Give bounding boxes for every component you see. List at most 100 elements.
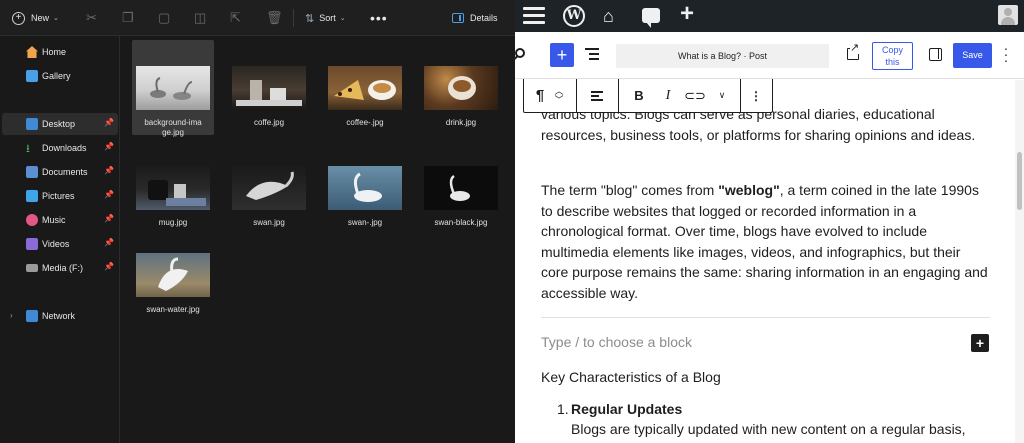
file-tile[interactable]: swan.jpg <box>228 140 310 235</box>
comments-icon[interactable] <box>642 8 660 28</box>
sort-button-label: Sort <box>319 13 336 23</box>
rename-icon: ◫ <box>194 10 207 25</box>
nav-item-label: Music <box>42 215 66 225</box>
block-inserter-button[interactable]: + <box>971 334 989 352</box>
file-name: swan-.jpg <box>347 218 383 227</box>
save-button[interactable]: Save <box>953 43 992 68</box>
file-tile[interactable]: swan-water.jpg <box>132 227 214 322</box>
image-thumbnail <box>232 66 306 110</box>
scrollbar-thumb[interactable] <box>1017 152 1022 210</box>
nav-item-label: Home <box>42 47 67 57</box>
image-thumbnail <box>136 253 210 297</box>
paragraph-icon[interactable]: ¶ <box>530 79 550 112</box>
file-name: background-ima ge.jpg <box>144 118 202 137</box>
nav-item-label: Documents <box>42 167 88 177</box>
italic-icon[interactable]: I <box>661 79 675 112</box>
new-button[interactable]: + New ⌄ <box>12 0 59 36</box>
pin-icon: 📌 <box>104 262 114 271</box>
pictures-icon <box>26 190 38 202</box>
share-icon: ⇱ <box>230 10 241 25</box>
file-tile[interactable]: swan-.jpg <box>324 140 406 235</box>
rename-button[interactable]: ◫ <box>194 0 206 36</box>
nav-item-home[interactable]: Home <box>2 41 118 63</box>
scissors-icon: ✂ <box>86 10 97 25</box>
delete-button[interactable]: 🗑 <box>266 0 283 36</box>
add-block-button[interactable]: + <box>550 43 574 67</box>
search-icon[interactable] <box>515 48 525 58</box>
sort-arrows-icon: ⇅ <box>305 12 315 25</box>
wp-admin-bar: W ⌂ + <box>515 0 1024 32</box>
home-icon <box>26 46 38 58</box>
link-icon[interactable]: ⊂⊃ <box>684 79 706 112</box>
image-thumbnail <box>328 166 402 210</box>
hamburger-menu-icon[interactable] <box>523 7 545 25</box>
bold-icon[interactable]: B <box>631 79 647 112</box>
more-formats-chevron-icon[interactable]: ∨ <box>714 79 730 112</box>
file-name: swan.jpg <box>253 218 285 227</box>
file-tile[interactable]: coffe.jpg <box>228 40 310 135</box>
clipboard-icon: ▢ <box>158 10 171 25</box>
chevron-down-icon[interactable]: ﹀ <box>554 95 563 105</box>
file-tile[interactable]: coffee-.jpg <box>324 40 406 135</box>
avatar[interactable] <box>998 5 1018 25</box>
heading-block[interactable]: Key Characteristics of a Blog <box>541 369 721 385</box>
cut-button[interactable]: ✂ <box>86 0 97 36</box>
scrollbar[interactable] <box>1015 80 1024 443</box>
details-button[interactable]: Details <box>452 0 498 36</box>
network-icon <box>26 310 38 322</box>
paragraph-block[interactable]: The term "blog" comes from "weblog", a t… <box>541 180 991 303</box>
more-options-button[interactable]: ••• <box>370 0 388 36</box>
nav-item-pictures[interactable]: Pictures 📌 <box>2 185 118 207</box>
new-button-label: New <box>31 13 50 23</box>
copy-button[interactable]: ❐ <box>122 0 134 36</box>
list-item-title[interactable]: Regular Updates <box>571 401 682 417</box>
paste-button[interactable]: ▢ <box>158 0 170 36</box>
nav-item-music[interactable]: Music 📌 <box>2 209 118 231</box>
bold-term: "weblog" <box>718 182 780 198</box>
nav-item-documents[interactable]: Documents 📌 <box>2 161 118 183</box>
file-tile[interactable]: mug.jpg <box>132 140 214 235</box>
sort-button[interactable]: ⇅ Sort ⌄ <box>305 0 346 36</box>
swan-image <box>158 257 188 291</box>
wordpress-logo-icon[interactable]: W <box>563 5 585 27</box>
file-tile[interactable]: background-ima ge.jpg <box>132 40 214 137</box>
settings-sidebar-icon[interactable] <box>929 48 942 61</box>
document-overview-icon[interactable] <box>585 48 601 62</box>
new-content-icon[interactable]: + <box>680 2 694 26</box>
document-title-bar[interactable]: What is a Blog? · Post <box>616 44 829 68</box>
nav-item-downloads[interactable]: ⭳ Downloads 📌 <box>2 137 118 159</box>
chevron-right-icon[interactable]: › <box>10 311 13 320</box>
file-name: swan-black.jpg <box>434 218 488 227</box>
plus-circle-icon: + <box>12 11 25 25</box>
chevron-down-icon: ⌄ <box>339 15 346 22</box>
toolbar-divider <box>618 79 619 112</box>
pin-icon: 📌 <box>104 238 114 247</box>
file-name: swan-water.jpg <box>146 305 200 314</box>
nav-item-videos[interactable]: Videos 📌 <box>2 233 118 255</box>
block-options-icon[interactable]: ⋮ <box>750 79 762 112</box>
block-mover[interactable]: ︿ ﹀ <box>551 79 567 112</box>
nav-item-label: Pictures <box>42 191 75 201</box>
explorer-toolbar: + New ⌄ ✂ ❐ ▢ ◫ ⇱ 🗑 ⇅ Sort ⌄ ••• Details <box>0 0 515 36</box>
image-thumbnail <box>136 166 210 210</box>
image-thumbnail <box>136 66 210 110</box>
nav-item-desktop[interactable]: Desktop 📌 <box>2 113 118 135</box>
list-item-text[interactable]: Blogs are typically updated with new con… <box>571 421 1001 437</box>
nav-item-network[interactable]: › Network <box>2 305 118 327</box>
home-icon[interactable]: ⌂ <box>603 5 614 27</box>
external-link-icon[interactable] <box>847 43 860 60</box>
nav-item-media-drive[interactable]: Media (F:) 📌 <box>2 257 118 279</box>
align-left-icon[interactable] <box>588 79 606 112</box>
pin-icon: 📌 <box>104 142 114 151</box>
file-tile[interactable]: drink.jpg <box>420 40 502 135</box>
chevron-down-icon: ⌄ <box>53 15 59 22</box>
drink-image <box>448 76 476 100</box>
file-tile[interactable]: swan-black.jpg <box>420 140 502 235</box>
nav-item-gallery[interactable]: Gallery <box>2 65 118 87</box>
editor-header: + What is a Blog? · Post Copy this Save … <box>515 32 1024 79</box>
copy-this-button[interactable]: Copy this <box>872 42 913 70</box>
share-button[interactable]: ⇱ <box>230 0 241 36</box>
options-kebab-icon[interactable]: · · · <box>1003 41 1009 67</box>
swan-image <box>353 172 382 202</box>
block-placeholder[interactable]: Type / to choose a block <box>541 334 692 350</box>
